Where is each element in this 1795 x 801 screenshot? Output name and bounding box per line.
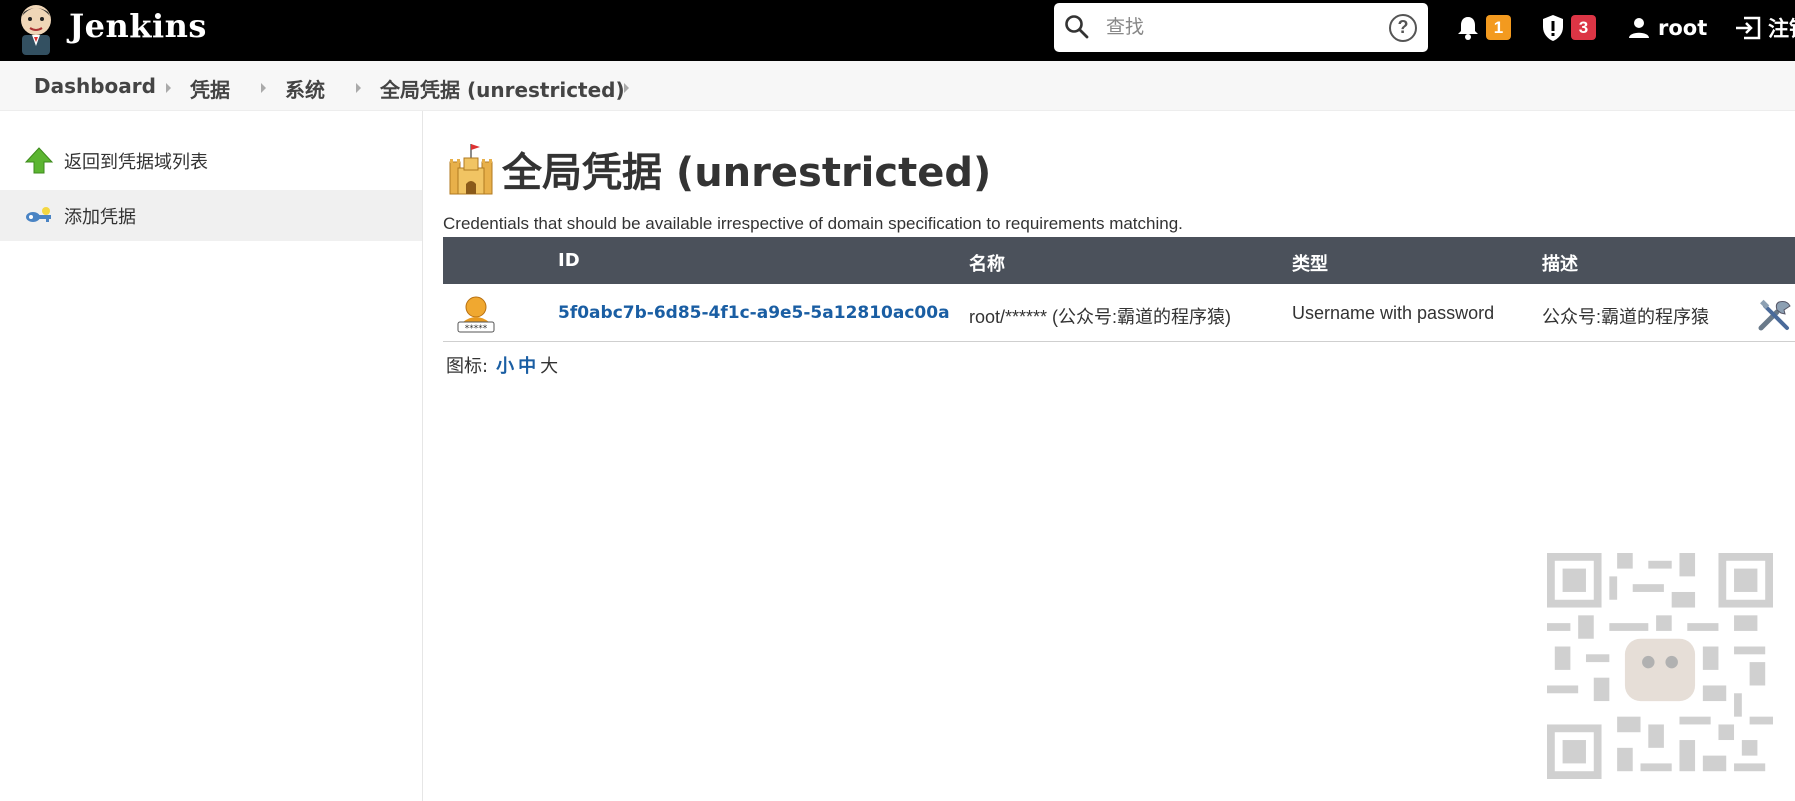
table-header: ID 名称 类型 描述 (443, 237, 1795, 284)
search-box: ? (1054, 3, 1428, 52)
svg-text:*****: ***** (465, 324, 488, 334)
breadcrumb-dashboard[interactable]: Dashboard (34, 74, 156, 98)
user-menu[interactable]: root (1628, 0, 1707, 55)
logout-button[interactable]: 注销 (1734, 0, 1795, 55)
icon-size-medium[interactable]: 中 (518, 356, 536, 377)
column-header-id[interactable]: ID (558, 250, 580, 271)
jenkins-logo-icon[interactable] (16, 2, 56, 58)
breadcrumb-credentials[interactable]: 凭据 (190, 74, 230, 103)
credential-id-link[interactable]: 5f0abc7b-6d85-4f1c-a9e5-5a12810ac00a (558, 303, 950, 323)
page-description: Credentials that should be available irr… (443, 214, 1183, 233)
brand-title[interactable]: Jenkins (69, 7, 207, 45)
top-header: Jenkins ? 1 3 root (0, 0, 1795, 61)
breadcrumb: Dashboard 凭据 系统 全局凭据 (unrestricted) (0, 61, 1795, 111)
configure-tools-icon[interactable] (1757, 298, 1793, 334)
page-title: 全局凭据 (unrestricted) (502, 150, 992, 196)
help-icon[interactable]: ? (1389, 14, 1417, 42)
bell-icon (1458, 16, 1478, 40)
breadcrumb-global-credentials[interactable]: 全局凭据 (unrestricted) (380, 74, 625, 103)
key-icon (26, 206, 51, 222)
security-badge: 3 (1571, 15, 1596, 40)
user-name: root (1658, 15, 1708, 40)
breadcrumb-caret-icon[interactable] (624, 83, 629, 93)
search-input[interactable] (1106, 11, 1376, 43)
breadcrumb-caret-icon[interactable] (166, 83, 171, 93)
credential-name: root/****** (公众号:霸道的程序猿) (969, 307, 1232, 327)
notifications-button[interactable]: 1 (1456, 0, 1511, 55)
qr-code-watermark-icon (1547, 553, 1773, 779)
sidebar-item-back-to-domains[interactable]: 返回到凭据域列表 (0, 135, 422, 186)
user-password-icon: ***** (457, 296, 495, 334)
breadcrumb-system[interactable]: 系统 (285, 74, 325, 103)
icon-size-large: 大 (540, 356, 559, 377)
table-row: ***** 5f0abc7b-6d85-4f1c-a9e5-5a12810ac0… (443, 284, 1795, 342)
breadcrumb-caret-icon[interactable] (356, 83, 361, 93)
column-header-name[interactable]: 名称 (969, 250, 1005, 276)
icon-size-label: 图标: (446, 356, 489, 377)
sidebar-item-label: 添加凭据 (64, 206, 136, 228)
notifications-badge: 1 (1486, 15, 1511, 40)
user-icon (1629, 17, 1649, 38)
logout-label: 注销 (1768, 16, 1795, 41)
sidebar: 返回到凭据域列表 添加凭据 (0, 111, 423, 801)
up-arrow-icon (24, 146, 54, 173)
shield-icon (1543, 14, 1563, 41)
icon-size-small[interactable]: 小 (496, 356, 514, 377)
breadcrumb-caret-icon[interactable] (261, 83, 266, 93)
logout-icon (1736, 16, 1761, 39)
column-header-type[interactable]: 类型 (1292, 250, 1328, 276)
security-button[interactable]: 3 (1541, 0, 1596, 55)
sidebar-item-label: 返回到凭据域列表 (64, 151, 208, 173)
credential-type: Username with password (1292, 303, 1495, 323)
castle-icon (449, 144, 493, 195)
search-icon (1065, 15, 1089, 39)
sidebar-item-add-credentials[interactable]: 添加凭据 (0, 190, 422, 241)
icon-size-selector: 图标: 小中大 (446, 352, 562, 378)
column-header-description[interactable]: 描述 (1542, 250, 1578, 276)
credential-description: 公众号:霸道的程序猿 (1542, 307, 1710, 327)
